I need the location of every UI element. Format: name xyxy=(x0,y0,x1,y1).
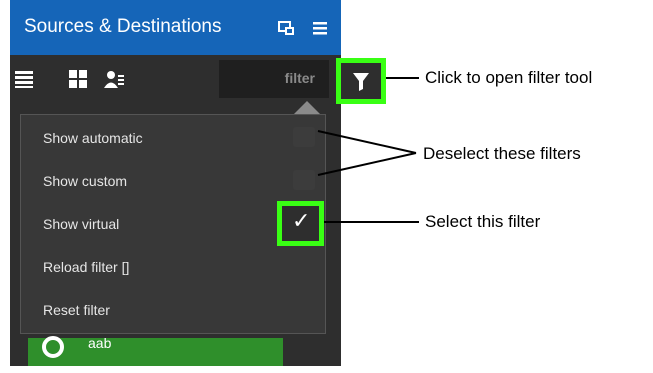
callout-lines xyxy=(317,77,419,223)
callout-open-filter: Click to open filter tool xyxy=(425,68,593,87)
callout-deselect: Deselect these filters xyxy=(423,144,581,163)
callout-select: Select this filter xyxy=(425,212,541,231)
